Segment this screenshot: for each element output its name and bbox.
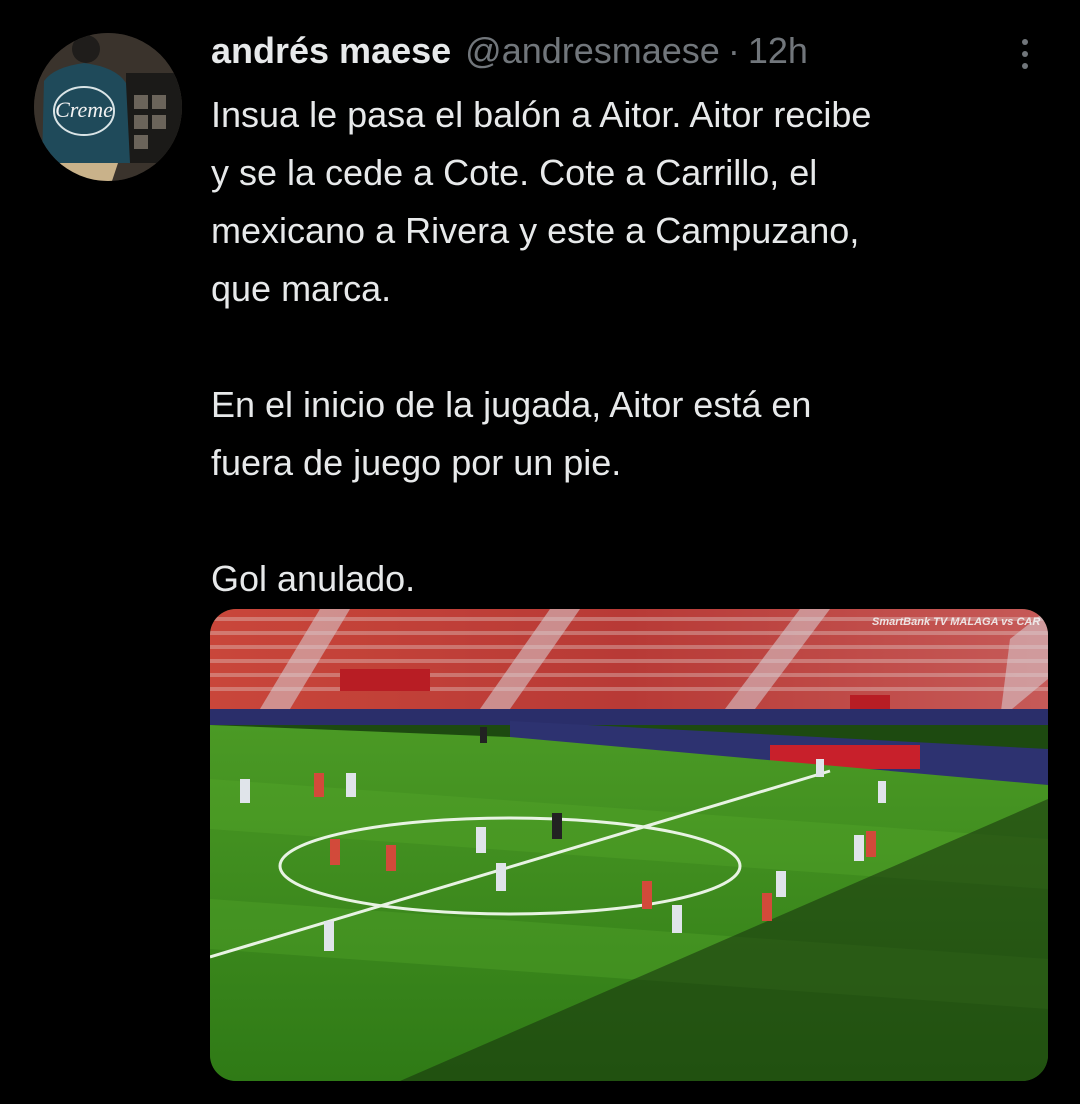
- broadcast-watermark: SmartBank TV MALAGA vs CAR: [872, 616, 1041, 628]
- author-name[interactable]: andrés maese: [211, 30, 451, 72]
- tweet-header: andrés maese @andresmaese · 12h: [211, 30, 808, 80]
- tweet-timestamp[interactable]: 12h: [748, 30, 808, 72]
- more-vertical-icon[interactable]: [1010, 34, 1040, 74]
- avatar-logo-text: Creme: [55, 97, 113, 122]
- tweet[interactable]: Creme andrés maese @andresmaese · 12h In…: [0, 0, 1080, 1104]
- tweet-text: Insua le pasa el balón a Aitor. Aitor re…: [211, 94, 872, 599]
- separator-dot: ·: [727, 30, 740, 71]
- avatar-image: Creme: [34, 33, 182, 181]
- tweet-media-image[interactable]: [210, 609, 1048, 1081]
- author-handle[interactable]: @andresmaese: [465, 30, 720, 72]
- avatar[interactable]: Creme: [34, 33, 182, 181]
- football-match-photo: [210, 609, 1048, 1081]
